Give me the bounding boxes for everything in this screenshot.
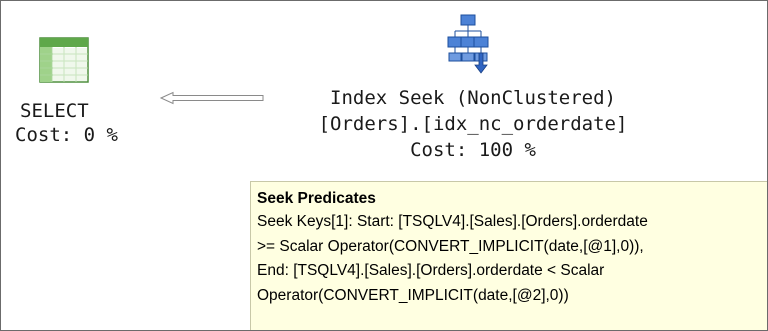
index-seek-operator-cost: Cost: 100 % xyxy=(410,139,536,161)
tooltip-body: Seek Keys[1]: Start: [TSQLV4].[Sales].[O… xyxy=(257,210,767,308)
results-grid-icon xyxy=(39,37,89,83)
tooltip-line: Operator(CONVERT_IMPLICIT(date,[@2],0)) xyxy=(257,286,569,304)
tooltip-line: >= Scalar Operator(CONVERT_IMPLICIT(date… xyxy=(257,237,644,255)
index-seek-operator-node[interactable]: Index Seek (NonClustered) [Orders].[idx_… xyxy=(263,13,683,173)
tooltip-line: Seek Keys[1]: Start: [TSQLV4].[Sales].[O… xyxy=(257,213,648,230)
index-seek-operator-label: Index Seek (NonClustered) [Orders].[idx_… xyxy=(263,85,683,163)
index-seek-object-name: [Orders].[idx_nc_orderdate] xyxy=(318,113,628,135)
tooltip-title: Seek Predicates xyxy=(257,190,376,207)
data-flow-arrow[interactable] xyxy=(159,91,265,105)
execution-plan-canvas: SELECT Cost: 0 % Index Seek (NonClustere… xyxy=(0,0,768,331)
select-operator-cost: Cost: 0 % xyxy=(15,124,118,146)
tooltip-line: End: [TSQLV4].[Sales].[Orders].orderdate… xyxy=(257,262,605,279)
select-operator-name: SELECT xyxy=(20,100,89,122)
select-operator-label: SELECT Cost: 0 % xyxy=(15,99,151,147)
seek-predicates-tooltip: Seek Predicates Seek Keys[1]: Start: [TS… xyxy=(250,181,767,330)
index-seek-operator-name: Index Seek (NonClustered) xyxy=(330,87,616,109)
index-seek-icon xyxy=(447,14,489,74)
